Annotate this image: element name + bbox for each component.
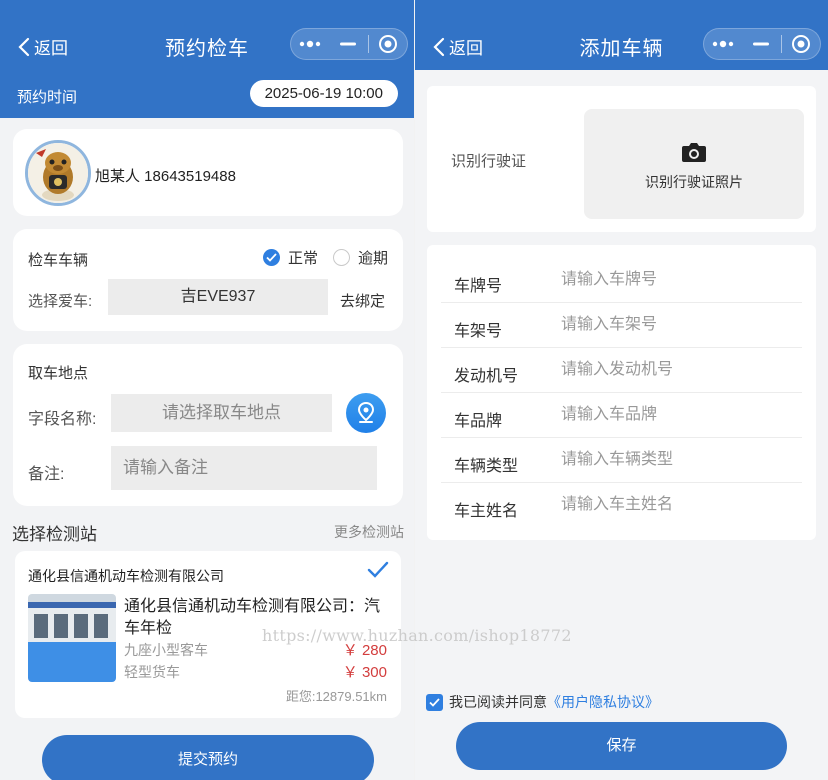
scan-card: 识别行驶证 识别行驶证照片 <box>427 86 816 232</box>
checkbox-check-icon <box>429 697 440 707</box>
back-label: 返回 <box>449 39 483 58</box>
privacy-policy-link[interactable]: 《用户隐私协议》 <box>547 692 659 712</box>
camera-icon <box>682 143 706 162</box>
vehicle-form: 车牌号 车架号 发动机号 车品牌 车辆类型 车主姓名 <box>427 245 816 540</box>
pickup-field-label: 字段名称: <box>28 411 97 428</box>
scan-label: 识别行驶证 <box>451 153 527 170</box>
vehicle-section-title: 检车车辆 <box>28 252 89 269</box>
service-item-name: 九座小型客车 <box>124 642 208 658</box>
minimize-button[interactable] <box>329 29 367 59</box>
station-photo <box>28 594 116 682</box>
agreement-row: 我已阅读并同意 《用户隐私协议》 <box>426 692 659 712</box>
back-label: 返回 <box>34 39 68 58</box>
station-distance: 距您:12879.51km <box>285 689 387 704</box>
minimize-button[interactable] <box>742 29 780 59</box>
booking-screen: 返回 预约检车 预约时间 2025-06-19 10:00 旭某人 186435… <box>0 0 414 780</box>
note-input[interactable] <box>111 446 377 490</box>
time-label: 预约时间 <box>17 89 78 106</box>
more-menu-button[interactable] <box>704 29 742 59</box>
back-button[interactable]: 返回 <box>433 34 483 59</box>
save-button[interactable]: 保存 <box>456 722 787 770</box>
minus-icon <box>340 42 357 46</box>
plate-number-input[interactable] <box>561 266 801 294</box>
chevron-left-icon <box>18 37 30 56</box>
agree-checkbox[interactable] <box>426 693 443 711</box>
field-label: 车主姓名 <box>454 503 519 520</box>
more-menu-button[interactable] <box>291 29 329 59</box>
avatar[interactable] <box>25 140 91 206</box>
add-vehicle-screen: 返回 添加车辆 识别行驶证 识别行驶证照片 车牌号 车架号 <box>415 0 828 780</box>
vehicle-card: 检车车辆 正常 逾期 选择爱车: 吉EVE937 去绑定 <box>13 229 403 331</box>
mini-program-capsule <box>290 28 408 60</box>
brand-input[interactable] <box>561 401 801 429</box>
field-label: 车品牌 <box>454 413 503 430</box>
service-item-price: ￥ 300 <box>342 664 387 681</box>
target-circle-icon <box>378 35 397 53</box>
agree-text: 我已阅读并同意 <box>449 694 547 710</box>
station-name: 通化县信通机动车检测有限公司 <box>28 568 224 584</box>
note-label: 备注: <box>28 466 65 483</box>
pickup-section-title: 取车地点 <box>28 365 89 382</box>
back-button[interactable]: 返回 <box>18 34 68 59</box>
submit-booking-button[interactable]: 提交预约 <box>42 735 374 780</box>
radio-overdue[interactable]: 逾期 <box>333 247 388 268</box>
car-plate-select[interactable]: 吉EVE937 <box>108 279 328 315</box>
engine-number-input[interactable] <box>561 356 801 384</box>
field-label: 车架号 <box>454 323 503 340</box>
radio-normal[interactable]: 正常 <box>263 247 318 268</box>
mini-program-capsule <box>703 28 821 60</box>
user-card: 旭某人 18643519488 <box>13 129 403 216</box>
more-dots-icon <box>712 40 734 48</box>
form-row-plate: 车牌号 <box>441 258 802 303</box>
form-row-owner: 车主姓名 <box>441 483 802 528</box>
pickup-card: 取车地点 字段名称: 备注: <box>13 344 403 506</box>
scan-button-label: 识别行驶证照片 <box>645 174 743 190</box>
minus-icon <box>753 42 770 46</box>
bind-car-link[interactable]: 去绑定 <box>340 290 385 311</box>
check-icon <box>367 561 389 578</box>
field-label: 发动机号 <box>454 368 519 385</box>
service-item-name: 轻型货车 <box>124 664 180 680</box>
more-dots-icon <box>299 40 321 48</box>
radio-unchecked-icon <box>333 249 350 266</box>
user-name-phone: 旭某人 18643519488 <box>95 168 236 185</box>
vin-input[interactable] <box>561 311 801 339</box>
station-section-title: 选择检测站 <box>12 525 97 544</box>
field-label: 车牌号 <box>454 278 503 295</box>
form-row-engine: 发动机号 <box>441 348 802 393</box>
pickup-location-input[interactable] <box>111 394 332 432</box>
close-mini-program-button[interactable] <box>782 29 820 59</box>
vehicle-type-input[interactable] <box>561 446 801 474</box>
field-label: 车辆类型 <box>454 458 519 475</box>
location-pin-icon <box>357 401 375 423</box>
form-row-type: 车辆类型 <box>441 438 802 483</box>
radio-checked-icon <box>263 249 280 266</box>
time-picker[interactable]: 2025-06-19 10:00 <box>249 80 398 107</box>
close-mini-program-button[interactable] <box>369 29 407 59</box>
form-row-brand: 车品牌 <box>441 393 802 438</box>
avatar-image <box>28 143 88 203</box>
time-bar: 预约时间 2025-06-19 10:00 <box>0 70 414 118</box>
scan-license-button[interactable]: 识别行驶证照片 <box>584 109 804 219</box>
radio-overdue-label: 逾期 <box>358 250 389 267</box>
location-button[interactable] <box>346 393 386 433</box>
chevron-left-icon <box>433 37 445 56</box>
nav-bar: 返回 添加车辆 <box>415 0 828 70</box>
watermark-text: https://www.huzhan.com/ishop18772 <box>262 626 572 645</box>
form-row-vin: 车架号 <box>441 303 802 348</box>
choose-car-label: 选择爱车: <box>28 293 93 310</box>
target-circle-icon <box>791 35 810 53</box>
radio-normal-label: 正常 <box>288 250 319 267</box>
more-stations-link[interactable]: 更多检测站 <box>334 522 404 542</box>
nav-bar: 返回 预约检车 <box>0 0 414 70</box>
owner-name-input[interactable] <box>561 491 801 519</box>
